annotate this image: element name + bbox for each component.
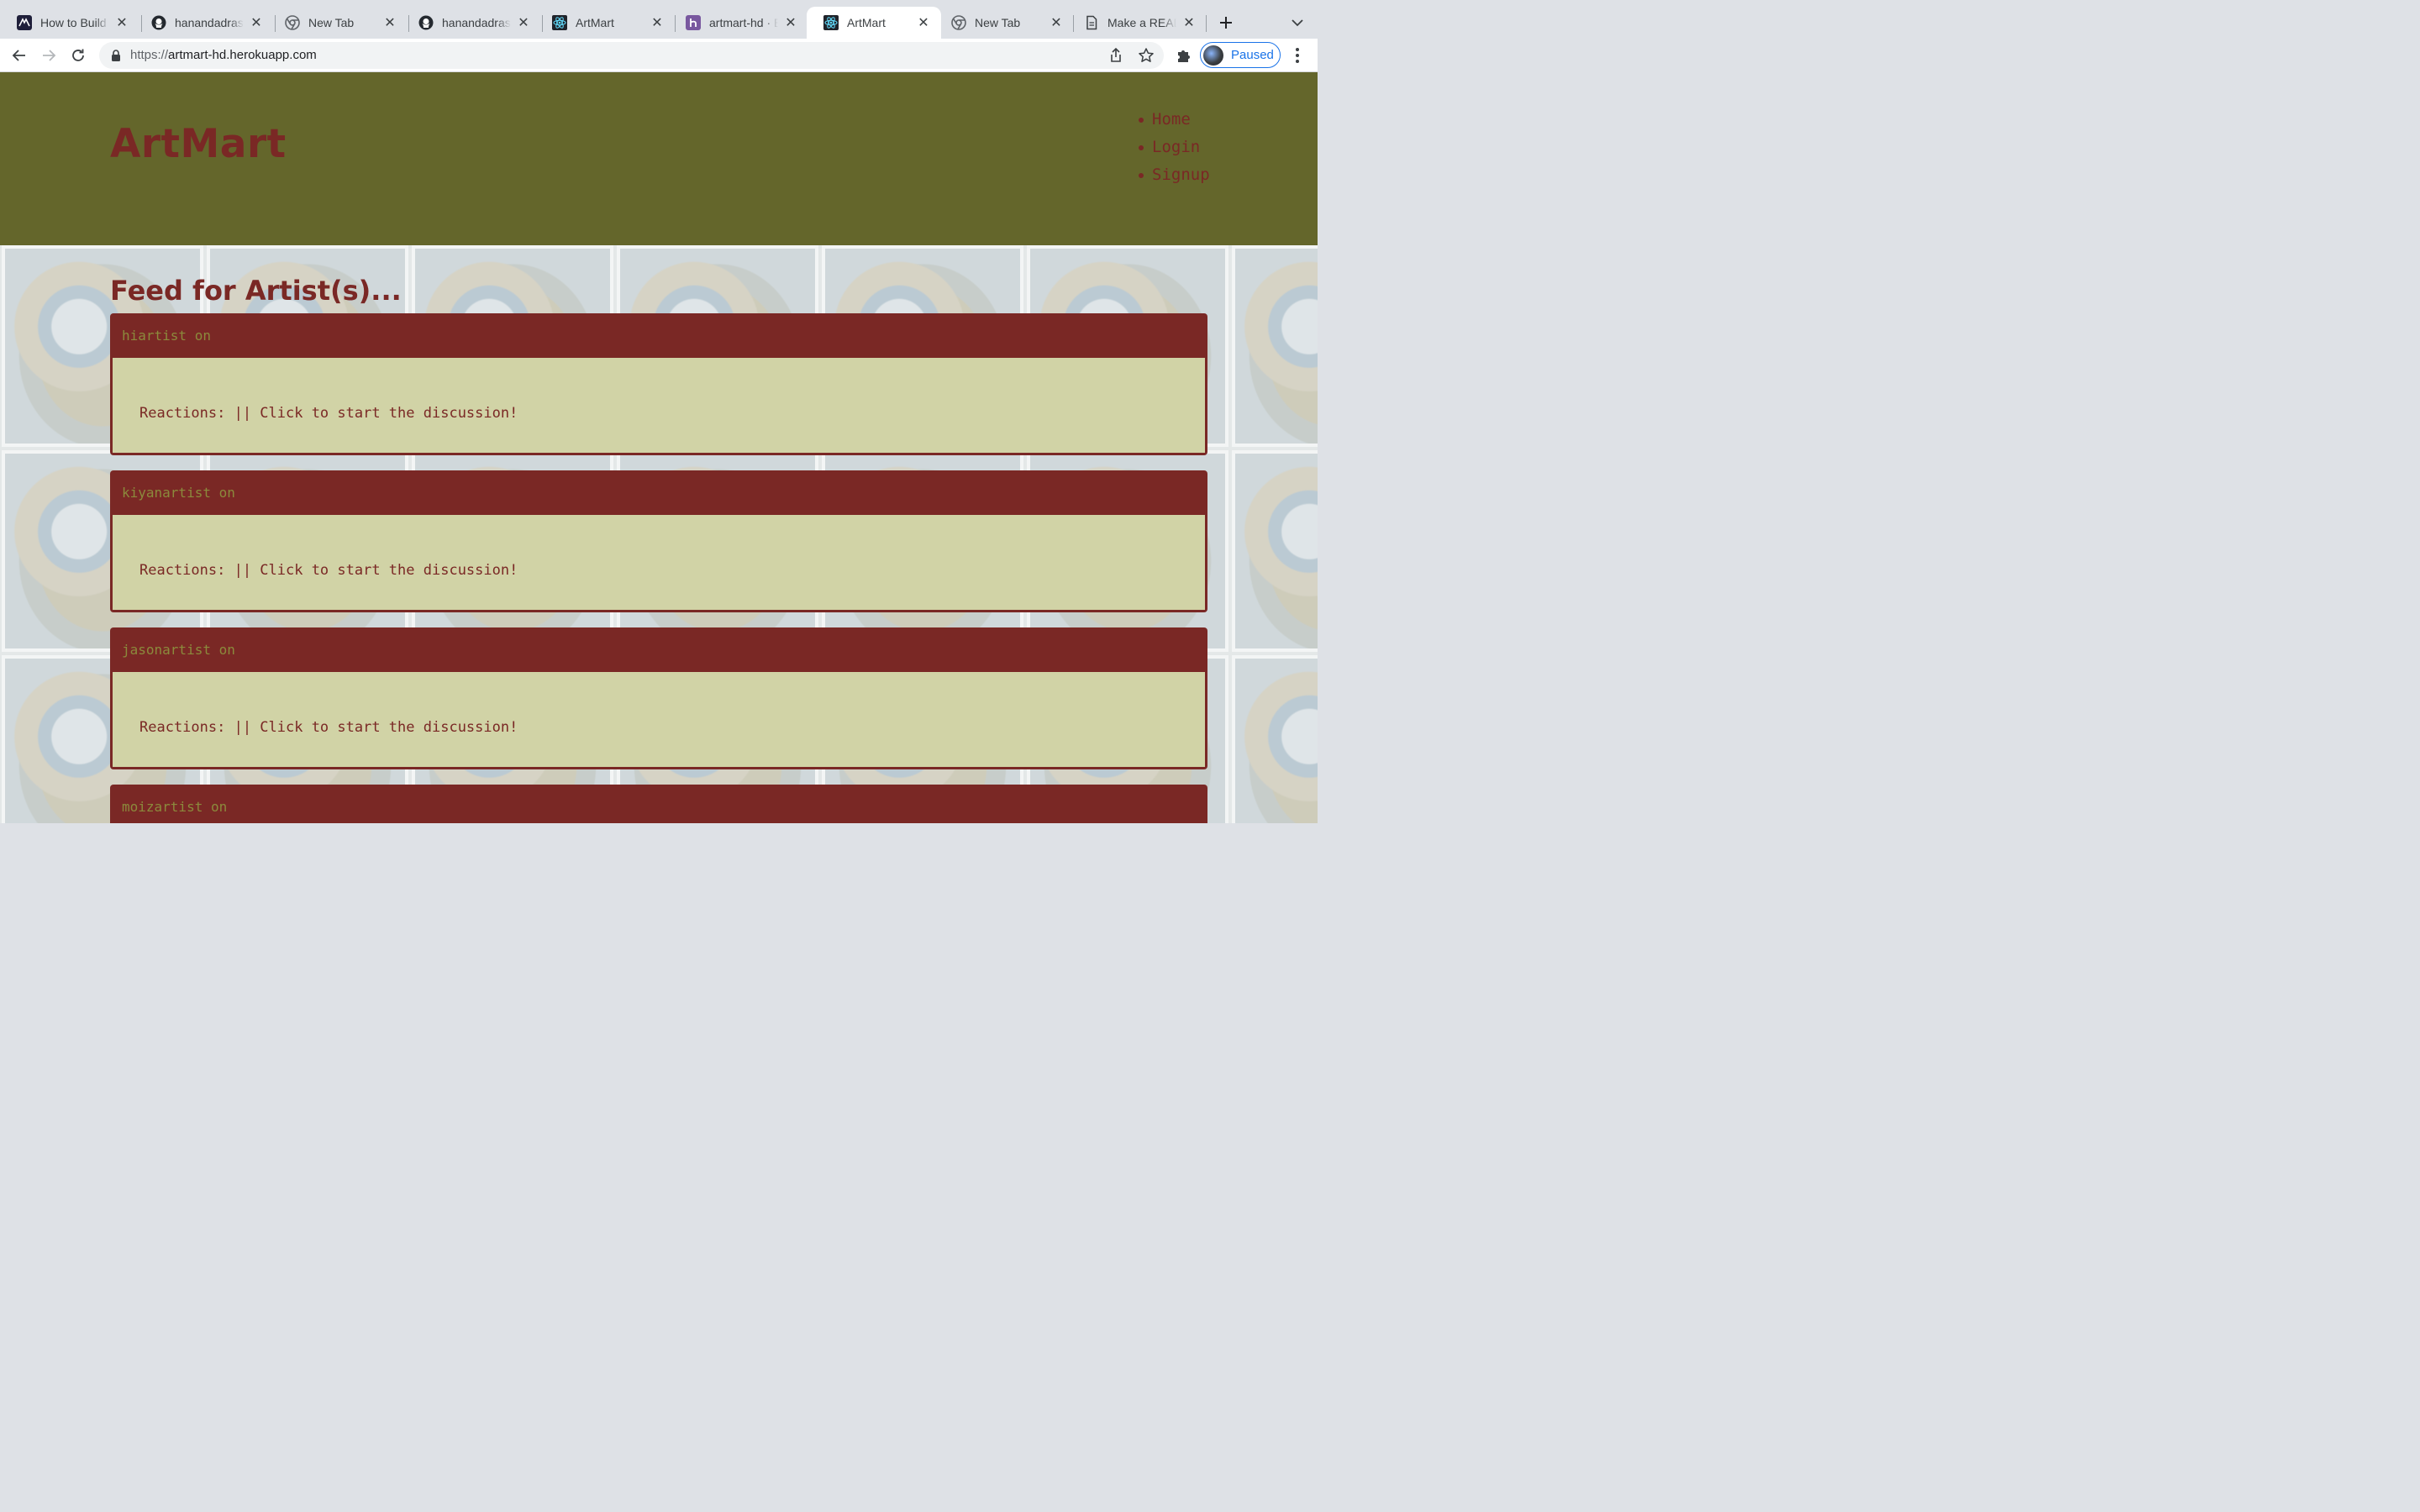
- post-reactions-link[interactable]: Reactions: || Click to start the discuss…: [139, 719, 518, 736]
- back-button[interactable]: [7, 43, 32, 68]
- tab-0[interactable]: How to Build a ✕: [0, 7, 139, 39]
- tab-title: artmart-hd · B: [709, 16, 778, 29]
- avatar: [1203, 45, 1223, 66]
- tab-7[interactable]: New Tab ✕: [934, 7, 1074, 39]
- tab-title: New Tab: [308, 16, 355, 29]
- extensions-button[interactable]: [1171, 43, 1197, 68]
- react-icon: [823, 15, 839, 30]
- star-icon[interactable]: [1138, 47, 1155, 64]
- url-host: artmart-hd.herokuapp.com: [168, 48, 317, 62]
- post-author[interactable]: hiartist on: [122, 328, 211, 344]
- tab-title: New Tab: [975, 16, 1021, 29]
- feed-post[interactable]: hiartist on Reactions: || Click to start…: [110, 313, 1207, 455]
- post-author[interactable]: kiyanartist on: [122, 485, 235, 501]
- profile-button[interactable]: Paused: [1200, 42, 1281, 68]
- arrow-right-icon: [43, 50, 56, 61]
- post-reactions-link[interactable]: Reactions: || Click to start the discuss…: [139, 562, 518, 579]
- post-body: Reactions: || Click to start the discuss…: [113, 515, 1205, 610]
- page-title: Feed for Artist(s)...: [110, 275, 402, 307]
- plus-icon: [1220, 17, 1232, 29]
- url-scheme: https://: [130, 48, 169, 62]
- close-icon[interactable]: ✕: [516, 15, 531, 30]
- forward-button[interactable]: [36, 43, 61, 68]
- post-author[interactable]: jasonartist on: [122, 642, 235, 658]
- post-body: Reactions: || Click to start the discuss…: [113, 672, 1205, 767]
- profile-status: Paused: [1231, 48, 1274, 62]
- close-icon[interactable]: ✕: [114, 15, 129, 30]
- lock-icon[interactable]: [109, 49, 123, 62]
- browser-toolbar: https://artmart-hd.herokuapp.com Paused: [0, 39, 1318, 72]
- post-header: jasonartist on: [110, 627, 1207, 672]
- close-icon[interactable]: ✕: [916, 15, 931, 30]
- tab-5[interactable]: artmart-hd · B ✕: [669, 7, 808, 39]
- document-icon: [1084, 15, 1099, 30]
- reload-button[interactable]: [66, 43, 91, 68]
- tab-divider: [1206, 15, 1207, 32]
- close-icon[interactable]: ✕: [783, 15, 798, 30]
- tab-strip: How to Build a ✕ hanandadras/A ✕ New Tab…: [0, 0, 1318, 39]
- close-icon[interactable]: ✕: [249, 15, 264, 30]
- tab-2[interactable]: New Tab ✕: [268, 7, 408, 39]
- site-logo[interactable]: ArtMart: [110, 121, 287, 167]
- share-icon[interactable]: [1107, 47, 1124, 64]
- github-icon: [151, 15, 166, 30]
- nav-home[interactable]: Home: [1138, 108, 1210, 135]
- tab-title: hanandadras/A: [442, 16, 511, 29]
- nav-login[interactable]: Login: [1138, 135, 1210, 163]
- site-header: ArtMart Home Login Signup: [0, 72, 1318, 245]
- new-tab-button[interactable]: [1215, 12, 1237, 34]
- post-header: hiartist on: [110, 313, 1207, 358]
- codeacademy-icon: [17, 15, 32, 30]
- background-tile: [1232, 245, 1318, 447]
- tab-title: ArtMart: [576, 16, 614, 29]
- tab-search-button[interactable]: [1287, 13, 1307, 32]
- close-icon[interactable]: ✕: [382, 15, 397, 30]
- post-author[interactable]: moizartist on: [122, 799, 227, 815]
- browser-menu-button[interactable]: [1285, 43, 1310, 68]
- feed-post[interactable]: jasonartist on Reactions: || Click to st…: [110, 627, 1207, 769]
- close-icon[interactable]: ✕: [1181, 15, 1197, 30]
- background-tile: [1232, 450, 1318, 652]
- heroku-icon: [686, 15, 701, 30]
- background-tile: [1232, 655, 1318, 823]
- main-nav: Home Login Signup: [1138, 108, 1210, 191]
- chrome-icon: [285, 15, 300, 30]
- chrome-icon: [951, 15, 966, 30]
- feed-post[interactable]: moizartist on: [110, 785, 1207, 823]
- tab-4[interactable]: ArtMart ✕: [535, 7, 675, 39]
- tab-6-active[interactable]: ArtMart ✕: [807, 7, 941, 39]
- feed-post[interactable]: kiyanartist on Reactions: || Click to st…: [110, 470, 1207, 612]
- tab-1[interactable]: hanandadras/A ✕: [134, 7, 274, 39]
- kebab-menu-icon: [1296, 48, 1299, 63]
- tab-3[interactable]: hanandadras/A ✕: [402, 7, 541, 39]
- tab-title: hanandadras/A: [175, 16, 244, 29]
- puzzle-icon: [1178, 50, 1190, 62]
- page-viewport: ArtMart Home Login Signup Feed for Artis…: [0, 72, 1318, 823]
- arrow-left-icon: [12, 50, 25, 61]
- url-text[interactable]: https://artmart-hd.herokuapp.com: [130, 48, 317, 62]
- reload-icon: [72, 49, 84, 61]
- tab-title: ArtMart: [847, 16, 886, 29]
- tab-title: Make a READM: [1107, 16, 1176, 29]
- react-icon: [552, 15, 567, 30]
- close-icon[interactable]: ✕: [650, 15, 665, 30]
- post-header: moizartist on: [110, 785, 1207, 823]
- tab-title: How to Build a: [40, 16, 109, 29]
- nav-signup[interactable]: Signup: [1138, 163, 1210, 191]
- close-icon[interactable]: ✕: [1049, 15, 1064, 30]
- post-reactions-link[interactable]: Reactions: || Click to start the discuss…: [139, 405, 518, 422]
- address-bar[interactable]: https://artmart-hd.herokuapp.com: [99, 42, 1164, 69]
- github-icon: [418, 15, 434, 30]
- chevron-down-icon: [1292, 19, 1303, 27]
- tab-8[interactable]: Make a READM ✕: [1067, 7, 1207, 39]
- post-body: Reactions: || Click to start the discuss…: [113, 358, 1205, 453]
- post-header: kiyanartist on: [110, 470, 1207, 515]
